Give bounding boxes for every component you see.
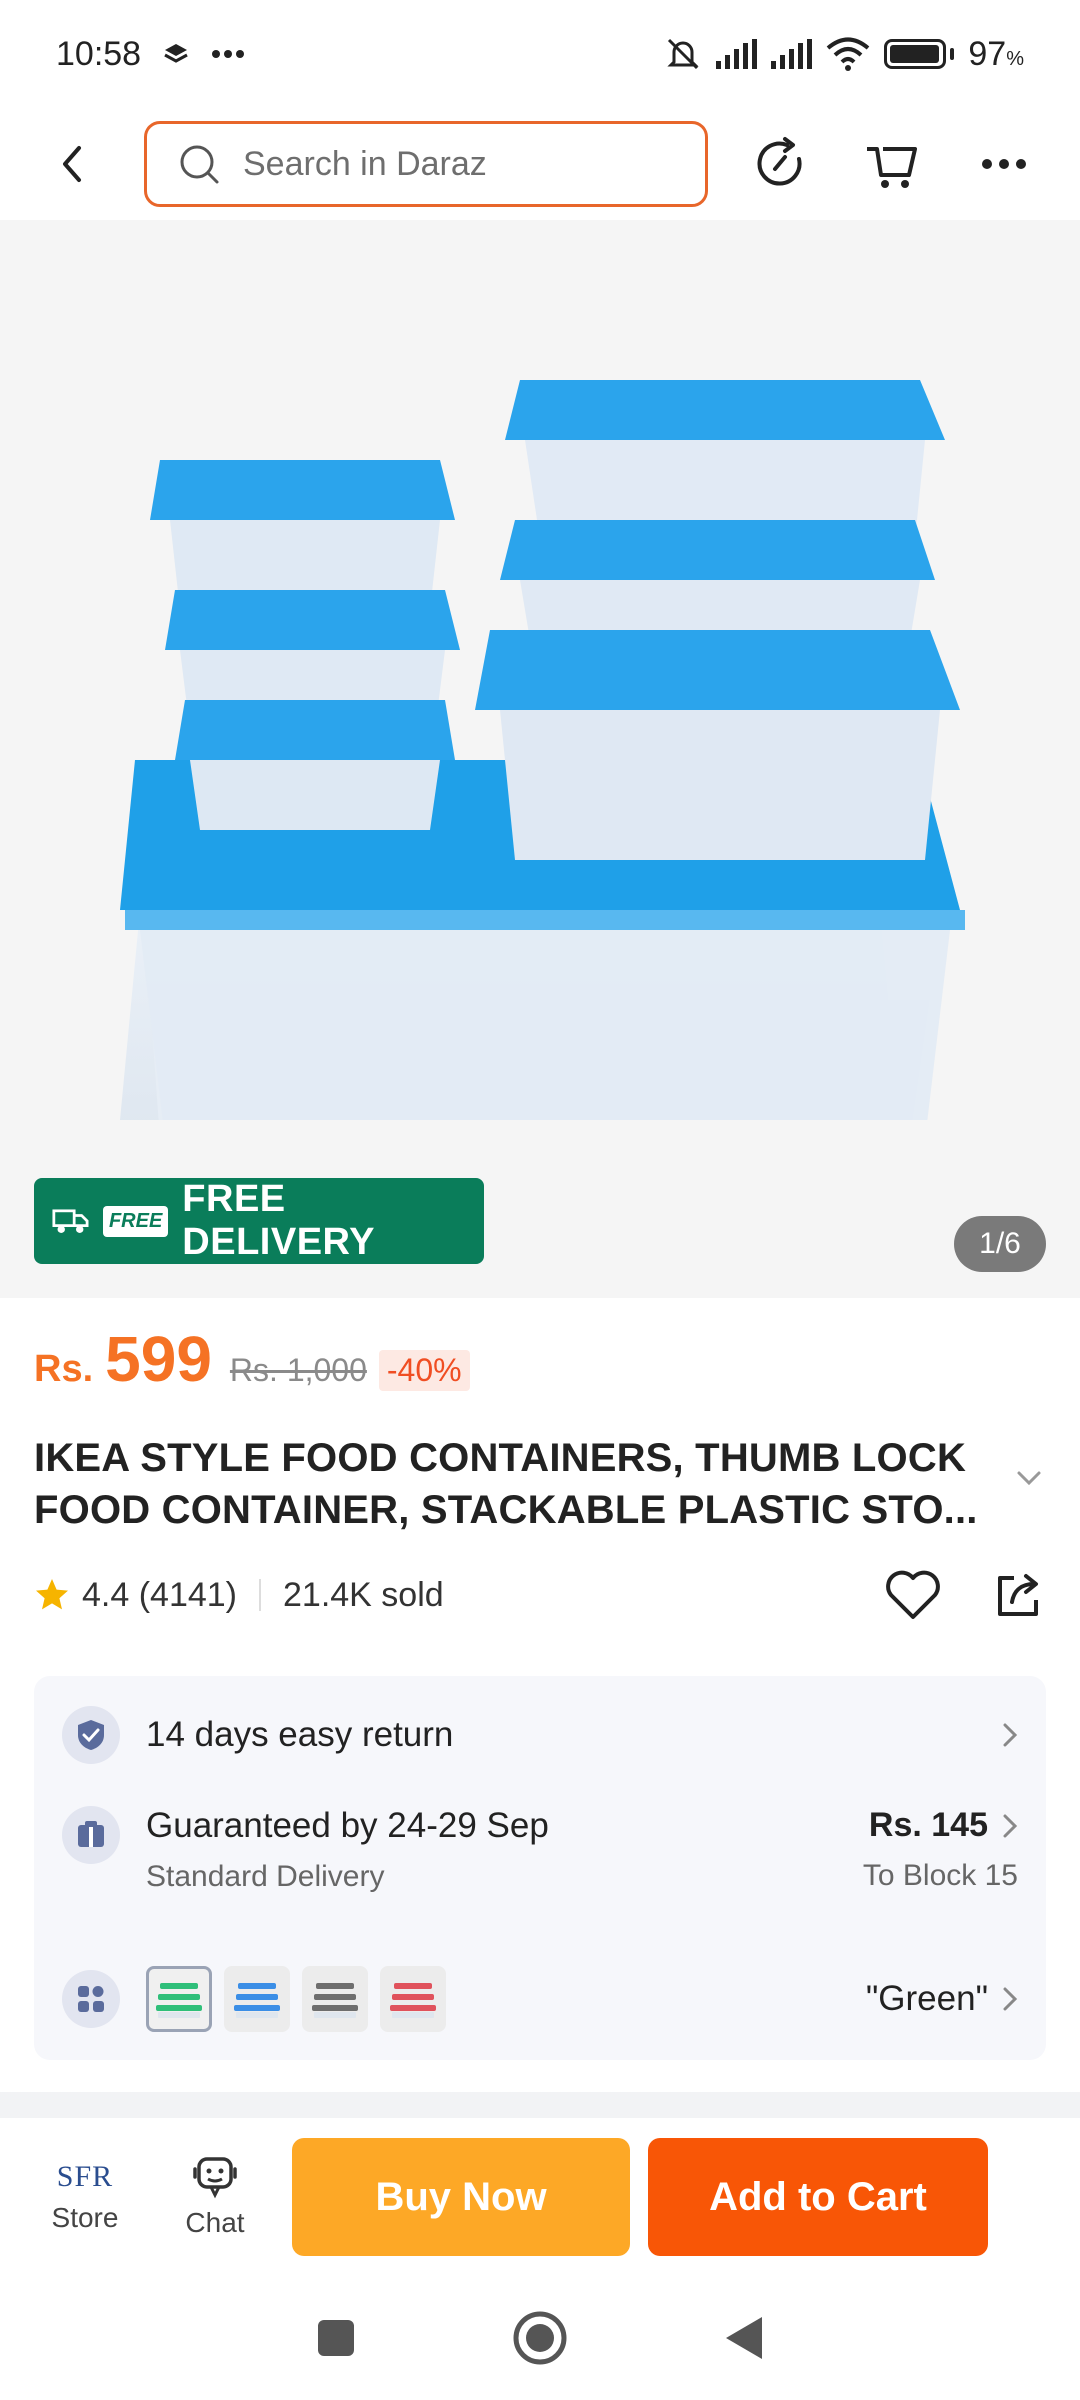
free-delivery-badge: FREE FREE DELIVERY bbox=[34, 1178, 484, 1264]
store-button[interactable]: SFR Store bbox=[20, 2160, 150, 2234]
recents-icon[interactable] bbox=[316, 2318, 356, 2358]
shield-check-icon bbox=[62, 1706, 120, 1764]
chat-icon bbox=[193, 2157, 237, 2199]
share-icon[interactable] bbox=[992, 1568, 1046, 1622]
section-separator bbox=[0, 2092, 1080, 2118]
sold-count: 21.4K sold bbox=[283, 1575, 444, 1614]
delivery-price: Rs. 145 bbox=[868, 1806, 988, 1844]
bottom-action-bar: SFR Store Chat Buy Now Add to Cart bbox=[0, 2118, 1080, 2276]
wifi-icon bbox=[827, 37, 870, 71]
original-price: Rs. 1,000 bbox=[229, 1352, 367, 1388]
chevron-left-icon bbox=[63, 146, 81, 182]
system-nav-bar bbox=[0, 2276, 1080, 2400]
rating-row: 4.4 (4141) 21.4K sold bbox=[34, 1560, 1046, 1630]
signal-icon bbox=[716, 39, 758, 69]
package-icon bbox=[62, 1806, 120, 1864]
chat-button[interactable]: Chat bbox=[150, 2155, 280, 2239]
back-button[interactable] bbox=[40, 132, 104, 196]
refresh-icon bbox=[757, 137, 802, 186]
battery-percent: 97% bbox=[968, 34, 1024, 73]
battery-icon bbox=[884, 39, 955, 69]
delivery-row[interactable]: Guaranteed by 24-29 Sep Standard Deliver… bbox=[34, 1806, 1046, 1916]
price-currency: Rs. bbox=[34, 1348, 94, 1390]
product-image bbox=[120, 380, 965, 1120]
search-input[interactable]: Search in Daraz bbox=[144, 121, 708, 207]
product-title[interactable]: IKEA STYLE FOOD CONTAINERS, THUMB LOCK F… bbox=[34, 1432, 1014, 1536]
chevron-right-icon bbox=[1003, 1987, 1018, 2011]
image-pager: 1/6 bbox=[954, 1216, 1046, 1272]
store-label: Store bbox=[51, 2202, 119, 2233]
search-placeholder: Search in Daraz bbox=[243, 144, 487, 183]
more-options-button[interactable] bbox=[968, 128, 1040, 200]
discount-badge: -40% bbox=[378, 1350, 470, 1391]
add-to-cart-button[interactable]: Add to Cart bbox=[648, 2138, 988, 2256]
variant-swatch[interactable] bbox=[302, 1966, 368, 2032]
expand-title-icon[interactable] bbox=[1016, 1470, 1042, 1486]
product-image-gallery[interactable]: FREE FREE DELIVERY 1/6 bbox=[0, 220, 1080, 1298]
free-delivery-label: FREE DELIVERY bbox=[182, 1178, 375, 1263]
free-tag: FREE bbox=[102, 1205, 169, 1237]
price-value: 599 bbox=[105, 1323, 212, 1395]
cart-icon bbox=[867, 147, 917, 188]
buy-now-button[interactable]: Buy Now bbox=[292, 2138, 630, 2256]
layers-icon bbox=[164, 44, 188, 63]
more-notifications-icon bbox=[212, 50, 245, 58]
return-policy-row[interactable]: 14 days easy return bbox=[34, 1702, 1046, 1768]
chat-label: Chat bbox=[185, 2207, 245, 2238]
refresh-button[interactable] bbox=[744, 128, 816, 200]
variant-swatch[interactable] bbox=[224, 1966, 290, 2032]
variant-swatches bbox=[146, 1966, 446, 2032]
delivery-guarantee: Guaranteed by 24-29 Sep bbox=[146, 1806, 549, 1845]
selected-variant: "Green" bbox=[865, 1979, 988, 2018]
chevron-right-icon bbox=[1003, 1814, 1018, 1837]
delivery-location: To Block 15 bbox=[862, 1859, 1018, 1892]
search-icon bbox=[180, 145, 219, 184]
cart-button[interactable] bbox=[856, 128, 928, 200]
status-bar: 10:58 97% bbox=[0, 0, 1080, 108]
bell-muted-icon bbox=[667, 38, 699, 70]
variant-swatch[interactable] bbox=[146, 1966, 212, 2032]
variant-row[interactable]: "Green" bbox=[34, 1964, 1046, 2034]
status-time: 10:58 bbox=[56, 34, 142, 73]
heart-icon[interactable] bbox=[884, 1569, 942, 1621]
variant-swatch[interactable] bbox=[380, 1966, 446, 2032]
rating-divider bbox=[259, 1579, 261, 1611]
service-info-card: 14 days easy return Guaranteed by 24-29 … bbox=[34, 1676, 1046, 2060]
return-policy-text: 14 days easy return bbox=[146, 1715, 454, 1754]
delivery-type: Standard Delivery bbox=[146, 1860, 385, 1893]
top-nav: Search in Daraz bbox=[0, 108, 1080, 220]
more-icon bbox=[982, 159, 1026, 169]
truck-icon bbox=[52, 1209, 89, 1234]
variants-grid-icon bbox=[62, 1970, 120, 2028]
store-logo: SFR bbox=[56, 2160, 114, 2193]
home-icon[interactable] bbox=[512, 2310, 568, 2366]
star-icon bbox=[36, 1579, 68, 1610]
price-row: Rs. 599 Rs. 1,000 -40% bbox=[34, 1322, 470, 1396]
rating-score[interactable]: 4.4 (4141) bbox=[82, 1576, 237, 1615]
chevron-right-icon bbox=[1003, 1723, 1018, 1747]
signal-icon-2 bbox=[771, 39, 813, 69]
back-nav-icon[interactable] bbox=[724, 2315, 764, 2361]
